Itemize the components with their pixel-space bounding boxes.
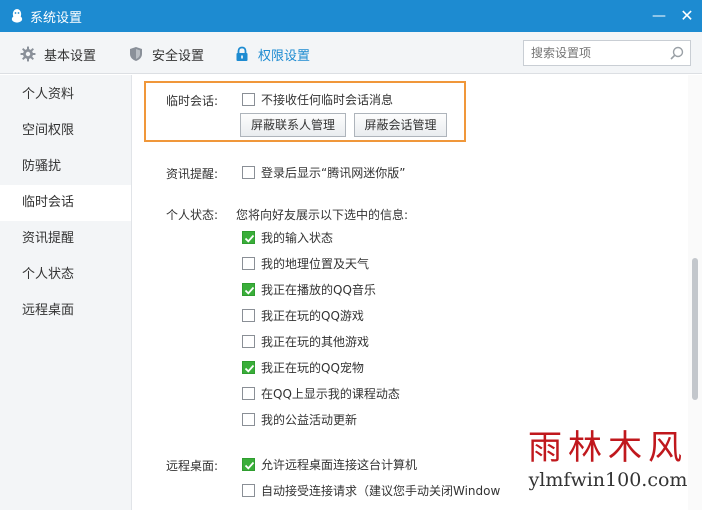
check-icon xyxy=(244,286,255,295)
temp-chat-label: 临时会话: xyxy=(166,94,219,108)
status-option-other-game[interactable]: 我正在玩的其他游戏 xyxy=(242,333,369,349)
close-button[interactable]: ✕ xyxy=(676,5,698,27)
status-option-course[interactable]: 在QQ上显示我的课程动态 xyxy=(242,385,400,401)
status-option-charity[interactable]: 我的公益活动更新 xyxy=(242,411,357,427)
gear-icon xyxy=(20,46,36,62)
remote-desktop-label: 远程桌面: xyxy=(166,459,219,473)
checkbox[interactable] xyxy=(242,483,255,497)
status-option-text: 我正在玩的其他游戏 xyxy=(261,334,370,349)
checkbox-checked[interactable] xyxy=(242,230,255,244)
remote-option-text: 自动接受连接请求（建议您手动关闭Windows xyxy=(261,483,500,498)
status-description: 您将向好友展示以下选中的信息: xyxy=(236,208,409,222)
status-option-qq-pet[interactable]: 我正在玩的QQ宠物 xyxy=(242,359,364,375)
checkbox[interactable] xyxy=(242,308,255,322)
status-option-text: 我的地理位置及天气 xyxy=(261,256,370,271)
sidebar-item-temp-chat[interactable]: 临时会话 xyxy=(0,185,131,221)
sidebar: 个人资料 空间权限 防骚扰 临时会话 资讯提醒 个人状态 远程桌面 xyxy=(0,75,132,510)
qq-penguin-icon xyxy=(11,9,23,23)
status-option-text: 我的公益活动更新 xyxy=(261,412,358,427)
tab-basic-settings[interactable]: 基本设置 xyxy=(20,44,96,64)
title-bar: 系统设置 — ✕ xyxy=(0,0,702,32)
temp-chat-option[interactable]: 不接收任何临时会话消息 xyxy=(242,91,393,107)
checkbox[interactable] xyxy=(242,92,255,106)
checkbox[interactable] xyxy=(242,412,255,426)
checkbox[interactable] xyxy=(242,256,255,270)
check-icon xyxy=(244,234,255,243)
news-option-text: 登录后显示“腾讯网迷你版” xyxy=(261,165,406,180)
tab-basic-settings-label: 基本设置 xyxy=(44,48,97,64)
sidebar-item-remote-desktop[interactable]: 远程桌面 xyxy=(0,293,131,329)
minimize-button[interactable]: — xyxy=(648,5,670,27)
checkbox[interactable] xyxy=(242,334,255,348)
status-label: 个人状态: xyxy=(166,208,219,222)
blocked-sessions-button[interactable]: 屏蔽会话管理 xyxy=(354,113,447,137)
check-icon xyxy=(244,461,255,470)
watermark-url: ylmfwin100.com xyxy=(528,469,688,491)
status-option-text: 我的输入状态 xyxy=(261,230,334,245)
search-box xyxy=(523,40,691,66)
sidebar-item-profile[interactable]: 个人资料 xyxy=(0,77,131,113)
search-input[interactable] xyxy=(524,41,664,65)
checkbox-checked[interactable] xyxy=(242,360,255,374)
watermark: 雨林木风 ylmfwin100.com xyxy=(522,428,694,500)
tab-security-settings[interactable]: 安全设置 xyxy=(128,44,204,64)
window-title: 系统设置 xyxy=(30,11,83,26)
status-option-text: 我正在播放的QQ音乐 xyxy=(261,282,376,297)
tab-permission-settings-label: 权限设置 xyxy=(258,48,311,64)
scrollbar-thumb[interactable] xyxy=(692,258,698,400)
blocked-contacts-button[interactable]: 屏蔽联系人管理 xyxy=(240,113,346,137)
checkbox[interactable] xyxy=(242,386,255,400)
search-icon[interactable] xyxy=(670,46,684,60)
status-option-music[interactable]: 我正在播放的QQ音乐 xyxy=(242,281,376,297)
remote-option-text: 允许远程桌面连接这台计算机 xyxy=(261,457,418,472)
shield-icon xyxy=(130,47,142,61)
watermark-title: 雨林木风 xyxy=(528,428,688,468)
check-icon xyxy=(244,364,255,373)
status-option-text: 我正在玩的QQ游戏 xyxy=(261,308,364,323)
sidebar-item-news[interactable]: 资讯提醒 xyxy=(0,221,131,257)
tab-permission-settings[interactable]: 权限设置 xyxy=(234,44,310,64)
temp-chat-option-text: 不接收任何临时会话消息 xyxy=(261,92,394,107)
news-option[interactable]: 登录后显示“腾讯网迷你版” xyxy=(242,164,405,180)
sidebar-item-anti-harassment[interactable]: 防骚扰 xyxy=(0,149,131,185)
remote-option-auto-accept[interactable]: 自动接受连接请求（建议您手动关闭Windows xyxy=(242,482,500,498)
lock-icon xyxy=(236,46,248,61)
tab-security-settings-label: 安全设置 xyxy=(152,48,205,64)
remote-option-allow[interactable]: 允许远程桌面连接这台计算机 xyxy=(242,456,417,472)
checkbox-checked[interactable] xyxy=(242,282,255,296)
checkbox-checked[interactable] xyxy=(242,457,255,471)
status-option-typing[interactable]: 我的输入状态 xyxy=(242,229,333,245)
status-option-text: 我正在玩的QQ宠物 xyxy=(261,360,364,375)
status-option-text: 在QQ上显示我的课程动态 xyxy=(261,386,400,401)
status-option-qq-game[interactable]: 我正在玩的QQ游戏 xyxy=(242,307,364,323)
sidebar-item-status[interactable]: 个人状态 xyxy=(0,257,131,293)
news-label: 资讯提醒: xyxy=(166,167,219,181)
status-option-location[interactable]: 我的地理位置及天气 xyxy=(242,255,369,271)
sidebar-item-zone-permissions[interactable]: 空间权限 xyxy=(0,113,131,149)
checkbox[interactable] xyxy=(242,165,255,179)
